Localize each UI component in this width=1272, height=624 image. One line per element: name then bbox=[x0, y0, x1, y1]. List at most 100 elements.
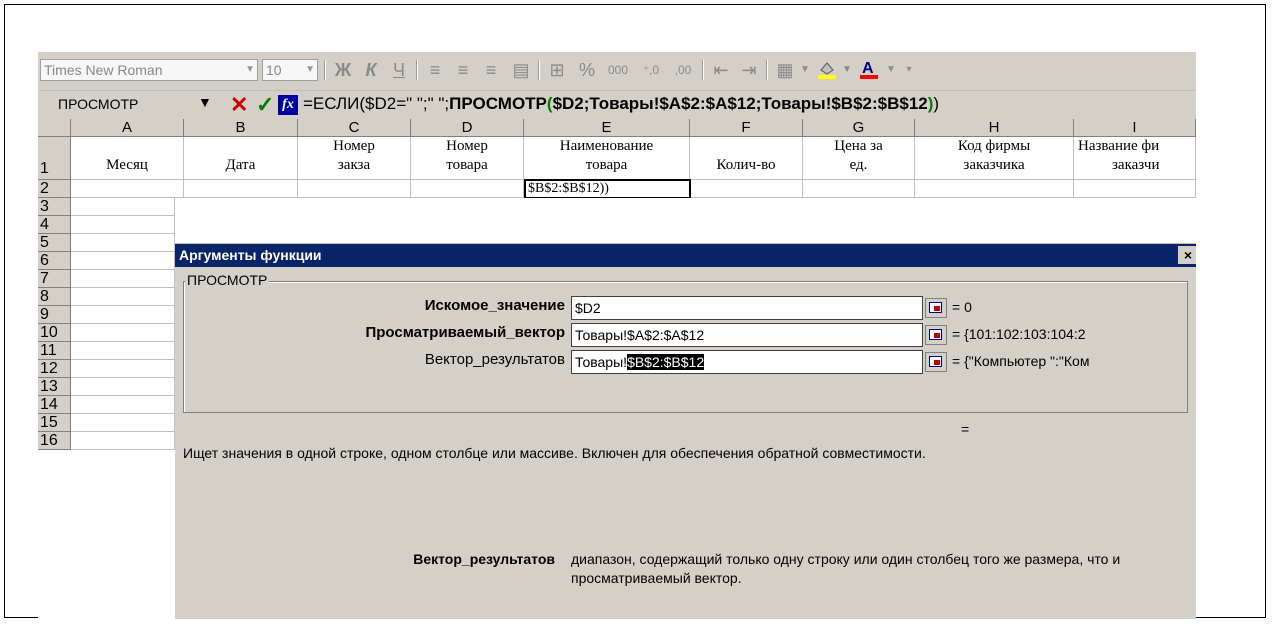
cell-a13[interactable] bbox=[71, 378, 175, 396]
currency-icon[interactable]: ⊞ bbox=[544, 58, 570, 82]
arg-input-lookup-vector[interactable]: Товары!$A$2:$A$12 bbox=[571, 323, 923, 347]
cell-h1[interactable]: Код фирмы заказчика bbox=[915, 137, 1074, 180]
align-right-icon[interactable]: ≡ bbox=[478, 58, 504, 82]
row-header[interactable]: 5 bbox=[38, 234, 71, 252]
dialog-title-bar[interactable]: Аргументы функции bbox=[175, 244, 1196, 267]
column-header[interactable]: F bbox=[690, 119, 803, 137]
chevron-down-icon[interactable]: ▼ bbox=[305, 60, 315, 80]
row-header[interactable]: 1 bbox=[38, 137, 71, 180]
indent-decrease-icon[interactable]: ⇤ bbox=[708, 58, 734, 82]
active-cell-e2[interactable]: $B$2:$B$12)) bbox=[524, 179, 691, 199]
column-header[interactable]: I bbox=[1074, 119, 1196, 137]
collapse-dialog-button[interactable] bbox=[925, 325, 947, 345]
enter-check-icon[interactable]: ✓ bbox=[256, 92, 274, 118]
align-center-icon[interactable]: ≡ bbox=[450, 58, 476, 82]
row-header[interactable]: 10 bbox=[38, 324, 71, 342]
cell-f1[interactable]: Колич-во bbox=[690, 137, 803, 180]
cell-i2[interactable] bbox=[1074, 180, 1196, 198]
chevron-down-icon[interactable]: ▼ bbox=[245, 60, 255, 80]
cancel-icon[interactable]: ✕ bbox=[230, 92, 248, 118]
cell-a5[interactable] bbox=[71, 234, 175, 252]
collapse-dialog-button[interactable] bbox=[925, 298, 947, 318]
thousands-button[interactable]: 000 bbox=[602, 58, 634, 82]
column-header[interactable]: A bbox=[71, 119, 184, 137]
cell-a9[interactable] bbox=[71, 306, 175, 324]
cell-a10[interactable] bbox=[71, 324, 175, 342]
decrease-decimal-button[interactable]: ,00 bbox=[668, 58, 698, 82]
increase-decimal-button[interactable]: ⁺,0 bbox=[636, 58, 666, 82]
chevron-down-icon[interactable]: ▼ bbox=[884, 58, 898, 82]
percent-button[interactable]: % bbox=[574, 58, 600, 82]
cell-a2[interactable] bbox=[71, 180, 184, 198]
chevron-down-icon[interactable]: ▼ bbox=[840, 58, 854, 82]
font-name-combo[interactable]: Times New Roman ▼ bbox=[40, 59, 258, 81]
cell-a4[interactable] bbox=[71, 216, 175, 234]
cell-a8[interactable] bbox=[71, 288, 175, 306]
column-header[interactable]: E bbox=[524, 119, 690, 137]
row-3-cells[interactable] bbox=[175, 198, 1196, 244]
cell-a14[interactable] bbox=[71, 396, 175, 414]
row-header[interactable]: 13 bbox=[38, 378, 71, 396]
cell-a12[interactable] bbox=[71, 360, 175, 378]
row-header[interactable]: 4 bbox=[38, 216, 71, 234]
borders-icon[interactable]: ▦ bbox=[772, 58, 798, 82]
insert-function-button[interactable]: fx bbox=[278, 95, 298, 115]
cell-c2[interactable] bbox=[298, 180, 411, 198]
formula-input[interactable]: =ЕСЛИ($D2=" ";" ";ПРОСМОТР($D2;Товары!$A… bbox=[303, 94, 939, 114]
column-header[interactable]: H bbox=[915, 119, 1074, 137]
row-header[interactable]: 2 bbox=[38, 180, 71, 198]
cell-a16[interactable] bbox=[71, 432, 175, 450]
row-header[interactable]: 7 bbox=[38, 270, 71, 288]
cell-e1[interactable]: Наименование товара bbox=[524, 137, 690, 180]
column-header[interactable]: C bbox=[298, 119, 411, 137]
row-header[interactable]: 3 bbox=[38, 198, 71, 216]
column-header[interactable]: D bbox=[411, 119, 524, 137]
cell-d1[interactable]: Номер товара bbox=[411, 137, 524, 180]
font-color-icon[interactable]: A bbox=[856, 58, 882, 82]
row-header[interactable]: 6 bbox=[38, 252, 71, 270]
cell-a11[interactable] bbox=[71, 342, 175, 360]
close-icon[interactable]: × bbox=[1178, 246, 1196, 264]
row-header[interactable]: 11 bbox=[38, 342, 71, 360]
cell-a7[interactable] bbox=[71, 270, 175, 288]
underline-button[interactable]: Ч bbox=[386, 58, 412, 82]
cell-a6[interactable] bbox=[71, 252, 175, 270]
toolbar-options-icon[interactable]: ▾ bbox=[902, 58, 916, 82]
bold-button[interactable]: Ж bbox=[330, 58, 356, 82]
row-header[interactable]: 14 bbox=[38, 396, 71, 414]
spreadsheet-app: Times New Roman ▼ 10 ▼ Ж К Ч ≡ ≡ ≡ ▤ ⊞ %… bbox=[38, 52, 1196, 619]
italic-button[interactable]: К bbox=[358, 58, 384, 82]
cell-c1[interactable]: Номер закза bbox=[298, 137, 411, 180]
select-all-corner[interactable] bbox=[38, 119, 71, 137]
cell-a1[interactable]: Месяц bbox=[71, 137, 184, 180]
cell-h2[interactable] bbox=[915, 180, 1074, 198]
cell-d2[interactable] bbox=[411, 180, 524, 198]
font-size-combo[interactable]: 10 ▼ bbox=[262, 59, 318, 81]
cell-b2[interactable] bbox=[184, 180, 298, 198]
chevron-down-icon[interactable]: ▼ bbox=[798, 58, 812, 82]
align-left-icon[interactable]: ≡ bbox=[422, 58, 448, 82]
row-header[interactable]: 16 bbox=[38, 432, 71, 450]
cell-text: заказчи bbox=[1112, 157, 1160, 173]
row-header[interactable]: 12 bbox=[38, 360, 71, 378]
merge-cells-icon[interactable]: ▤ bbox=[508, 58, 534, 82]
collapse-dialog-button[interactable] bbox=[925, 352, 947, 372]
cell-a3[interactable] bbox=[71, 198, 175, 216]
arg-input-result-vector[interactable]: Товары!$B$2:$B$12 bbox=[571, 350, 923, 374]
arg-input-lookup-value[interactable]: $D2 bbox=[571, 296, 923, 320]
column-header[interactable]: B bbox=[184, 119, 298, 137]
cell-g2[interactable] bbox=[803, 180, 915, 198]
row-header[interactable]: 15 bbox=[38, 414, 71, 432]
cell-i1[interactable]: Название фи заказчи bbox=[1074, 137, 1196, 180]
cell-b1[interactable]: Дата bbox=[184, 137, 298, 180]
row-header[interactable]: 8 bbox=[38, 288, 71, 306]
cell-a15[interactable] bbox=[71, 414, 175, 432]
row-header[interactable]: 9 bbox=[38, 306, 71, 324]
column-header[interactable]: G bbox=[803, 119, 915, 137]
cell-g1[interactable]: Цена за ед. bbox=[803, 137, 915, 180]
name-box[interactable]: ПРОСМОТР bbox=[58, 96, 138, 112]
indent-increase-icon[interactable]: ⇥ bbox=[736, 58, 762, 82]
cell-f2[interactable] bbox=[691, 180, 803, 198]
chevron-down-icon[interactable]: ▼ bbox=[198, 94, 212, 110]
fill-color-icon[interactable] bbox=[814, 58, 840, 82]
